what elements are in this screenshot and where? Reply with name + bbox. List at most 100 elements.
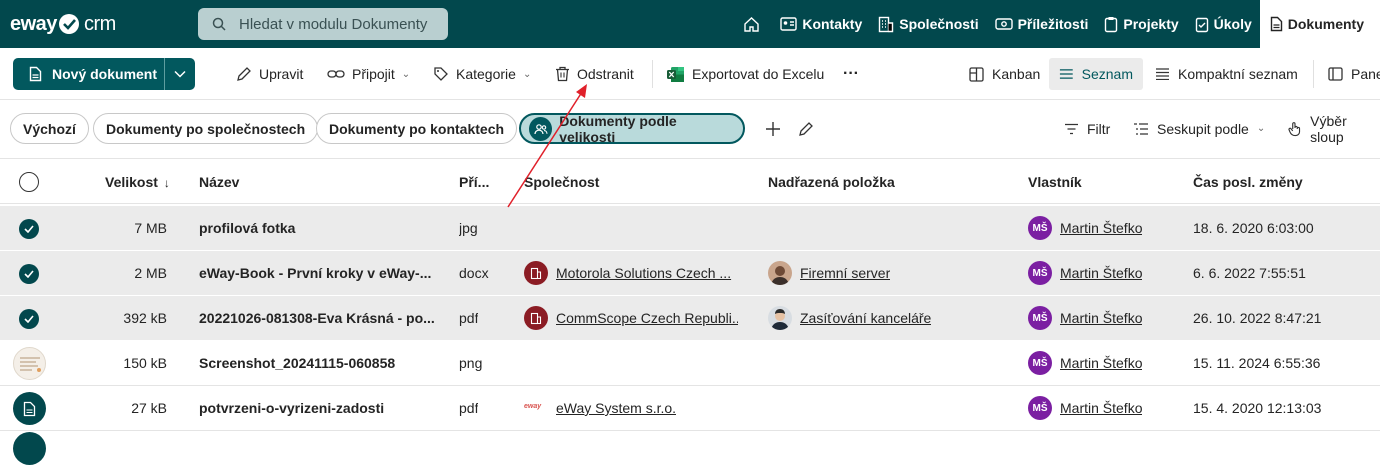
nav-dokumenty[interactable]: Dokumenty xyxy=(1259,0,1380,48)
table-row[interactable]: 392 kB 20221026-081308-Eva Krásná - po..… xyxy=(0,296,1380,341)
list-icon xyxy=(1059,69,1073,79)
category-label: Kategorie xyxy=(456,66,516,82)
view-pill-by-size[interactable]: Dokumenty podle velikosti xyxy=(519,112,745,145)
chevron-down-icon xyxy=(174,70,186,78)
view-pill-by-company[interactable]: Dokumenty po společnostech xyxy=(93,113,319,144)
view-pill-by-contact[interactable]: Dokumenty po kontaktech xyxy=(316,113,518,144)
column-header-modified[interactable]: Čas posl. změny xyxy=(1193,174,1303,190)
table-row[interactable]: 150 kB Screenshot_20241115-060858 png MŠ… xyxy=(0,341,1380,386)
table-row[interactable]: 27 kB potvrzeni-o-vyrizeni-zadosti pdf e… xyxy=(0,386,1380,431)
column-header-parent[interactable]: Nadřazená položka xyxy=(768,174,895,190)
export-excel-button[interactable]: Exportovat do Excelu xyxy=(666,58,824,90)
attach-button[interactable]: Připojit ⌄ xyxy=(327,58,410,90)
nav-ukoly[interactable]: Úkoly xyxy=(1187,0,1260,48)
company-link[interactable]: eWay System s.r.o. xyxy=(556,400,676,416)
owner-link[interactable]: Martin Štefko xyxy=(1060,265,1142,281)
table-header: Velikost ↓ Název Pří... Společnost Nadřa… xyxy=(0,158,1380,204)
owner-link[interactable]: Martin Štefko xyxy=(1060,220,1142,236)
owner-link[interactable]: Martin Štefko xyxy=(1060,400,1142,416)
column-header-extension[interactable]: Pří... xyxy=(459,174,489,190)
more-button[interactable]: ··· xyxy=(843,58,859,90)
cell-extension: jpg xyxy=(459,220,478,236)
edit-view-button[interactable] xyxy=(798,113,814,144)
view-pill-label: Dokumenty po společnostech xyxy=(106,120,306,137)
app-logo[interactable]: eway crm xyxy=(10,12,116,36)
nav-home[interactable] xyxy=(735,0,772,48)
cell-name[interactable]: profilová fotka xyxy=(199,220,439,236)
new-document-button[interactable]: Nový dokument xyxy=(13,58,165,90)
column-header-owner[interactable]: Vlastník xyxy=(1028,174,1082,190)
logo-text: eway xyxy=(10,12,57,35)
logo-check-icon xyxy=(58,14,79,34)
table-row[interactable]: 2 MB eWay-Book - První kroky v eWay-... … xyxy=(0,251,1380,296)
company-link[interactable]: Motorola Solutions Czech ... xyxy=(556,265,738,281)
list-label: Seznam xyxy=(1081,66,1133,82)
cell-modified: 15. 11. 2024 6:55:36 xyxy=(1193,355,1321,371)
delete-button[interactable]: Odstranit xyxy=(555,58,634,90)
cell-name[interactable]: 20221026-081308-Eva Krásná - po... xyxy=(199,310,439,326)
cell-extension: pdf xyxy=(459,400,479,416)
search-box[interactable]: Hledat v modulu Dokumenty xyxy=(198,8,448,40)
view-pill-default[interactable]: Výchozí xyxy=(10,113,89,144)
nav-label: Úkoly xyxy=(1213,16,1252,32)
contact-photo-avatar xyxy=(768,261,792,285)
chevron-down-icon: ⌄ xyxy=(522,68,532,80)
add-view-button[interactable] xyxy=(765,113,781,144)
select-all-checkbox[interactable] xyxy=(19,172,39,192)
view-list[interactable]: Seznam xyxy=(1049,58,1143,90)
category-button[interactable]: Kategorie ⌄ xyxy=(433,58,531,90)
cell-size: 392 kB xyxy=(123,310,167,326)
parent-link[interactable]: Zasíťování kanceláře xyxy=(800,310,931,326)
new-document-dropdown[interactable] xyxy=(165,58,195,90)
column-select-button[interactable]: Výběr sloup xyxy=(1288,113,1380,145)
owner-link[interactable]: Martin Štefko xyxy=(1060,310,1142,326)
owner-link[interactable]: Martin Štefko xyxy=(1060,355,1142,371)
cell-size: 27 kB xyxy=(131,400,167,416)
view-pill-label: Dokumenty podle velikosti xyxy=(559,112,677,145)
chevron-down-icon: ⌄ xyxy=(401,68,411,80)
column-header-name[interactable]: Název xyxy=(199,174,239,190)
sort-down-icon: ↓ xyxy=(163,176,170,190)
cell-modified: 26. 10. 2022 8:47:21 xyxy=(1193,310,1322,326)
nav-spolecnosti[interactable]: Společnosti xyxy=(870,0,986,48)
view-compact-list[interactable]: Kompaktní seznam xyxy=(1145,58,1308,90)
column-header-label: Název xyxy=(199,174,240,190)
view-panel[interactable]: Pane xyxy=(1318,58,1380,90)
column-header-company[interactable]: Společnost xyxy=(524,174,599,190)
group-by-button[interactable]: Seskupit podle ⌄ xyxy=(1133,113,1265,144)
nav-label: Dokumenty xyxy=(1287,16,1364,32)
building-icon xyxy=(879,16,894,32)
cell-name[interactable]: Screenshot_20241115-060858 xyxy=(199,355,439,371)
cell-name[interactable]: eWay-Book - První kroky v eWay-... xyxy=(199,265,439,281)
nav-projekty[interactable]: Projekty xyxy=(1096,0,1186,48)
edit-button[interactable]: Upravit xyxy=(236,58,303,90)
view-kanban[interactable]: Kanban xyxy=(959,58,1050,90)
owner-avatar: MŠ xyxy=(1028,261,1052,285)
document-icon xyxy=(29,66,42,82)
new-document-split-button: Nový dokument xyxy=(13,58,195,90)
chevron-down-icon: ⌄ xyxy=(1256,123,1266,134)
company-icon xyxy=(524,306,548,330)
view-pill-label: Dokumenty po kontaktech xyxy=(329,120,505,137)
link-icon xyxy=(327,70,345,78)
parent-link[interactable]: Firemní server xyxy=(800,265,890,281)
search-input[interactable]: Hledat v modulu Dokumenty xyxy=(239,16,427,33)
nav-kontakty[interactable]: Kontakty xyxy=(772,0,870,48)
nav-prilezitosti[interactable]: Příležitosti xyxy=(987,0,1097,48)
company-link[interactable]: CommScope Czech Republi... xyxy=(556,310,738,326)
filter-button[interactable]: Filtr xyxy=(1064,113,1110,144)
cell-name[interactable]: potvrzeni-o-vyrizeni-zadosti xyxy=(199,400,439,416)
document-file-icon xyxy=(13,432,46,465)
table-row[interactable]: 7 MB profilová fotka jpg MŠ Martin Štefk… xyxy=(0,206,1380,251)
column-header-size[interactable]: Velikost ↓ xyxy=(105,174,170,190)
handshake-icon xyxy=(994,18,1013,30)
people-icon xyxy=(529,116,553,141)
view-pill-label: Výchozí xyxy=(23,120,76,137)
clipboard-icon xyxy=(1105,16,1118,32)
compact-list-label: Kompaktní seznam xyxy=(1178,66,1298,82)
tag-icon xyxy=(434,67,448,81)
toolbar-divider xyxy=(1313,60,1314,88)
task-icon xyxy=(1195,17,1208,32)
more-icon: ··· xyxy=(843,65,859,82)
cell-extension: pdf xyxy=(459,310,479,326)
